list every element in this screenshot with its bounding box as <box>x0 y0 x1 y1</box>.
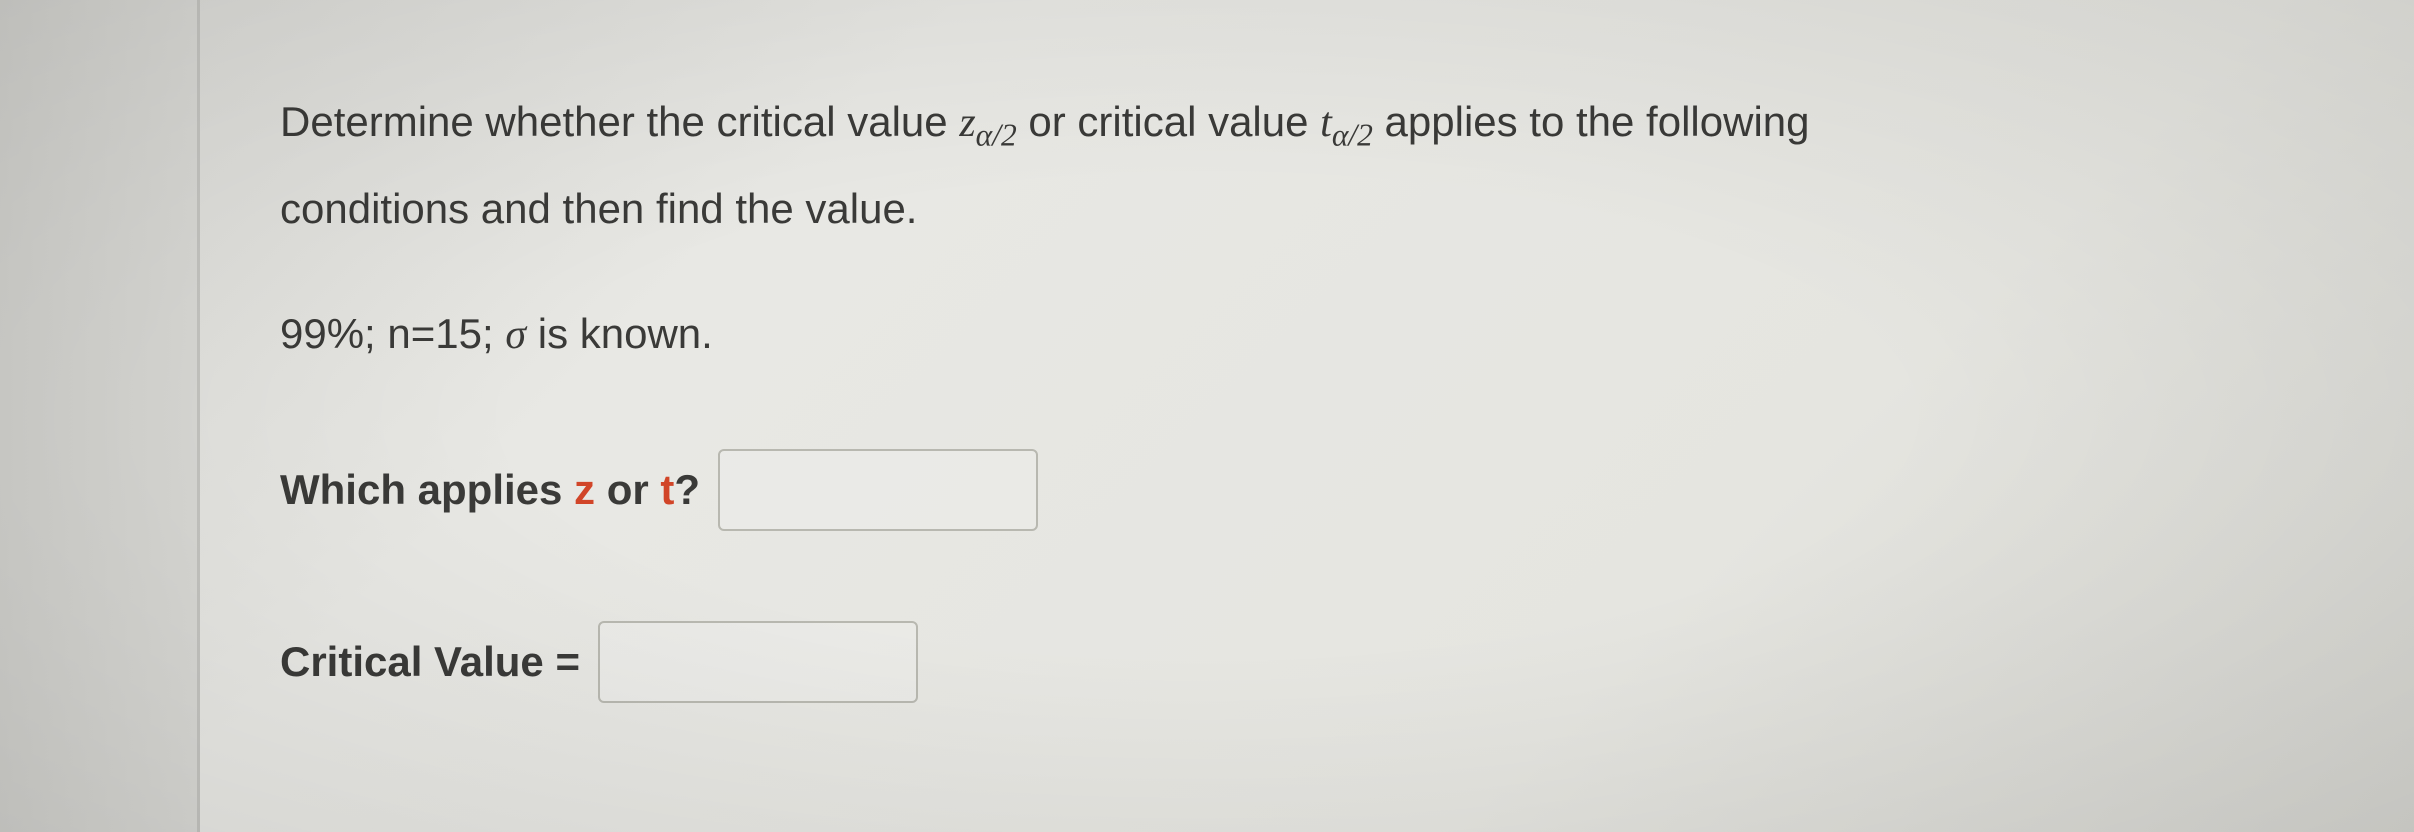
question-part1-after: applies to the following <box>1373 98 1810 145</box>
critical-value-row: Critical Value = <box>280 621 2294 703</box>
prompt1-after: ? <box>674 466 700 513</box>
z-variable: z <box>959 100 975 146</box>
question-text-line1: Determine whether the critical value zα/… <box>280 90 2294 159</box>
conditions-after: is known. <box>526 310 713 357</box>
question-text-line2: conditions and then find the value. <box>280 177 2294 240</box>
t-option: t <box>660 466 674 513</box>
conditions-text: 99%; n=15; σ is known. <box>280 310 2294 359</box>
prompt1-before: Which applies <box>280 466 574 513</box>
question-content: Determine whether the critical value zα/… <box>280 90 2294 793</box>
question-part1-before: Determine whether the critical value <box>280 98 959 145</box>
conditions-values: 99%; n=15; <box>280 310 505 357</box>
left-margin-border <box>0 0 200 832</box>
z-subscript: α/2 <box>976 117 1017 152</box>
critical-value-label: Critical Value = <box>280 638 580 686</box>
question-part1-mid: or critical value <box>1017 98 1320 145</box>
t-variable: t <box>1320 100 1332 146</box>
which-applies-label: Which applies z or t? <box>280 466 700 514</box>
critical-value-input[interactable] <box>598 621 918 703</box>
t-subscript: α/2 <box>1332 117 1373 152</box>
which-applies-row: Which applies z or t? <box>280 449 2294 531</box>
z-option: z <box>574 466 595 513</box>
sigma-symbol: σ <box>505 312 526 358</box>
prompt1-between: or <box>595 466 660 513</box>
which-applies-input[interactable] <box>718 449 1038 531</box>
